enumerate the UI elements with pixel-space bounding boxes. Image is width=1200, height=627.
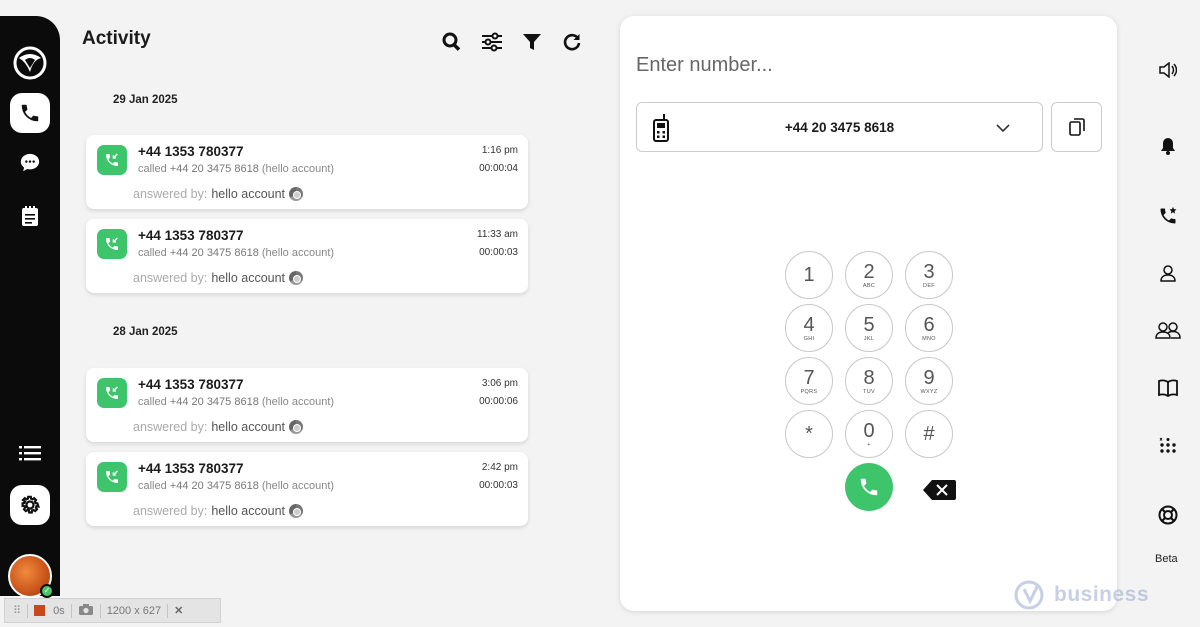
phone-icon [860, 478, 878, 496]
called-info: called +44 20 3475 8618 (hello account) [138, 480, 335, 492]
recording-dimensions: 1200 x 627 [106, 604, 162, 617]
answered-by: answered by: hello account [133, 271, 304, 285]
speaker-icon[interactable] [1158, 60, 1178, 80]
caller-number: +44 1353 780377 [138, 144, 244, 159]
answered-by: answered by: hello account [133, 420, 304, 434]
dial-key-6[interactable]: 6 MNO [905, 304, 953, 352]
caller-id-select[interactable]: +44 20 3475 8618 [636, 102, 1043, 152]
dialpad-icon[interactable] [1158, 436, 1178, 456]
call-log-item[interactable]: +44 1353 780377 called +44 20 3475 8618 … [86, 452, 528, 526]
list-icon[interactable] [10, 433, 50, 473]
dial-key-0[interactable]: 0 + [845, 410, 893, 458]
right-sidebar: Beta [1148, 0, 1188, 600]
brand-watermark: business [1014, 580, 1149, 610]
phone-nav-icon[interactable] [10, 93, 50, 133]
recording-elapsed: 0s [53, 604, 65, 617]
dial-key-hash[interactable]: # [905, 410, 953, 458]
stop-recording-button[interactable] [34, 605, 46, 616]
answered-by: answered by: hello account [133, 504, 304, 518]
call-log-item[interactable]: +44 1353 780377 called +44 20 3475 8618 … [86, 368, 528, 442]
call-button[interactable] [845, 463, 893, 511]
book-icon[interactable] [1158, 378, 1178, 398]
call-time: 2:42 pm [481, 462, 518, 473]
app-logo-icon[interactable] [10, 43, 50, 83]
call-duration: 00:00:03 [479, 480, 518, 491]
camera-icon[interactable] [78, 603, 94, 619]
called-info: called +44 20 3475 8618 (hello account) [138, 247, 335, 259]
dial-key-1[interactable]: 1 [785, 251, 833, 299]
incoming-call-icon [97, 378, 127, 408]
dialer-panel: +44 20 3475 8618 1 2ABC 3DEF 4GHI 5JKL 6… [620, 16, 1117, 611]
call-duration: 00:00:06 [479, 396, 518, 407]
copy-button[interactable] [1051, 102, 1102, 152]
answered-by: answered by: hello account [133, 187, 304, 201]
caller-number: +44 1353 780377 [138, 461, 244, 476]
dial-key-4[interactable]: 4 GHI [785, 304, 833, 352]
incoming-call-icon [97, 145, 127, 175]
left-sidebar: ✓ [0, 16, 60, 598]
called-info: called +44 20 3475 8618 (hello account) [138, 163, 335, 175]
number-input[interactable] [636, 54, 1036, 77]
call-log-item[interactable]: +44 1353 780377 called +44 20 3475 8618 … [86, 135, 528, 209]
caller-number: +44 1353 780377 [138, 228, 244, 243]
dial-key-2[interactable]: 2 ABC [845, 251, 893, 299]
copy-icon [1068, 118, 1085, 136]
caller-id-value: +44 20 3475 8618 [784, 120, 895, 135]
chrome-icon [289, 420, 304, 434]
chrome-icon [289, 187, 304, 201]
chrome-icon [289, 504, 304, 518]
lifebuoy-icon[interactable] [1158, 505, 1178, 525]
page-title: Activity [82, 28, 151, 49]
call-duration: 00:00:04 [479, 163, 518, 174]
incoming-call-icon [97, 229, 127, 259]
beta-label: Beta [1155, 553, 1178, 565]
backspace-icon[interactable] [922, 479, 956, 506]
dial-key-5[interactable]: 5 JKL [845, 304, 893, 352]
chrome-icon [289, 271, 304, 285]
screen-recorder-bar: ⠿ 0s 1200 x 627 ✕ [4, 598, 221, 623]
date-header: 28 Jan 2025 [113, 326, 178, 338]
dial-key-7[interactable]: 7 PQRS [785, 357, 833, 405]
sliders-icon[interactable] [480, 30, 504, 54]
filter-icon[interactable] [520, 30, 544, 54]
drag-handle-icon[interactable]: ⠿ [13, 604, 21, 617]
caller-number: +44 1353 780377 [138, 377, 244, 392]
date-header: 29 Jan 2025 [113, 94, 178, 106]
notepad-icon[interactable] [10, 196, 50, 236]
contacts-group-icon[interactable] [1155, 320, 1181, 340]
settings-gear-icon[interactable] [10, 485, 50, 525]
watermark-logo-icon [1014, 580, 1044, 610]
dial-key-star[interactable]: * [785, 410, 833, 458]
incoming-call-icon [97, 462, 127, 492]
dial-key-8[interactable]: 8 TUV [845, 357, 893, 405]
call-log-item[interactable]: +44 1353 780377 called +44 20 3475 8618 … [86, 219, 528, 293]
dial-key-9[interactable]: 9 WXYZ [905, 357, 953, 405]
online-status-icon: ✓ [40, 584, 54, 598]
close-icon[interactable]: ✕ [174, 604, 183, 617]
dial-key-3[interactable]: 3 DEF [905, 251, 953, 299]
user-avatar[interactable]: ✓ [8, 554, 54, 598]
call-time: 11:33 am [477, 229, 518, 240]
phone-star-icon[interactable] [1158, 206, 1178, 226]
called-info: called +44 20 3475 8618 (hello account) [138, 396, 335, 408]
chat-icon[interactable] [10, 143, 50, 183]
contact-icon[interactable] [1158, 263, 1178, 283]
activity-toolbar [440, 30, 584, 54]
refresh-icon[interactable] [560, 30, 584, 54]
search-icon[interactable] [440, 30, 464, 54]
chevron-down-icon [996, 120, 1010, 138]
bell-icon[interactable] [1158, 136, 1178, 156]
call-duration: 00:00:03 [479, 247, 518, 258]
call-time: 1:16 pm [481, 145, 518, 156]
activity-panel: Activity 29 Jan 2025 +44 1353 780377 cal… [60, 0, 605, 600]
call-time: 3:06 pm [481, 378, 518, 389]
